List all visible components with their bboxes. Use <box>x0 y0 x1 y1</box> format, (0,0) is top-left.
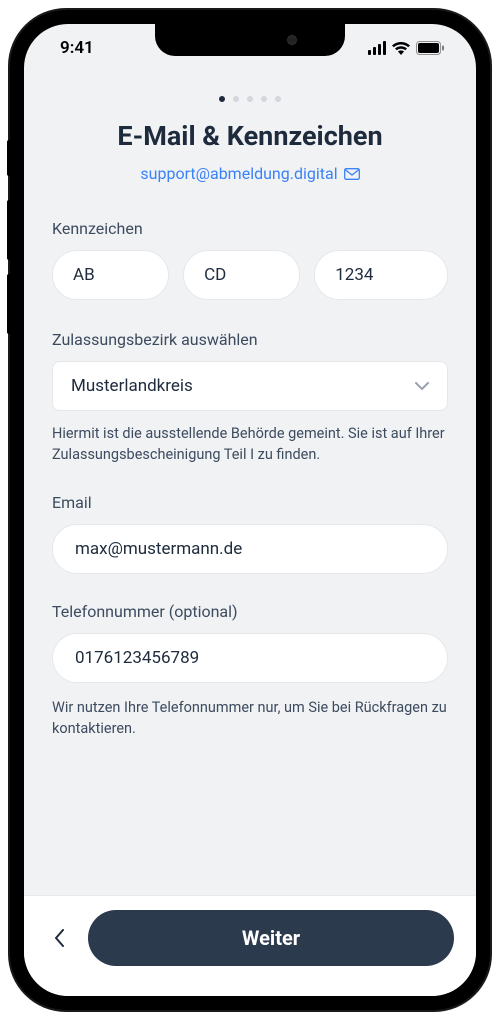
next-button[interactable]: Weiter <box>88 910 454 966</box>
wifi-icon <box>392 41 410 55</box>
page-dot <box>219 96 225 102</box>
phone-screen: 9:41 E-Mail & <box>24 24 476 996</box>
content-area: E-Mail & Kennzeichen support@abmeldung.d… <box>24 120 476 895</box>
bottom-bar: Weiter <box>24 895 476 996</box>
support-email-link[interactable]: support@abmeldung.digital <box>52 164 448 183</box>
email-input[interactable] <box>52 524 448 574</box>
page-dot <box>233 96 239 102</box>
status-right <box>368 41 444 55</box>
district-label: Zulassungsbezirk auswählen <box>52 330 448 349</box>
plate-part1-input[interactable] <box>52 250 169 300</box>
phone-frame: 9:41 E-Mail & <box>10 10 490 1010</box>
side-button <box>7 140 10 176</box>
page-dot <box>261 96 267 102</box>
phone-help: Wir nutzen Ihre Telefonnummer nur, um Si… <box>52 697 448 739</box>
page-title: E-Mail & Kennzeichen <box>52 120 448 152</box>
district-select[interactable]: Musterlandkreis <box>52 361 448 411</box>
notch <box>155 24 345 56</box>
chevron-left-icon <box>54 929 64 947</box>
chevron-down-icon <box>415 382 429 390</box>
district-help: Hiermit ist die ausstellende Behörde gem… <box>52 423 448 465</box>
camera-dot <box>287 35 297 45</box>
district-value: Musterlandkreis <box>71 376 193 396</box>
phone-label: Telefonnummer (optional) <box>52 602 448 621</box>
plate-part2-input[interactable] <box>183 250 300 300</box>
page-dot <box>275 96 281 102</box>
status-time: 9:41 <box>60 38 94 58</box>
side-button <box>7 200 10 260</box>
mail-icon <box>344 168 360 180</box>
support-email-text: support@abmeldung.digital <box>140 164 337 183</box>
signal-icon <box>368 41 386 55</box>
page-dot <box>247 96 253 102</box>
plate-part3-input[interactable] <box>314 250 448 300</box>
back-button[interactable] <box>46 918 72 958</box>
plate-inputs <box>52 250 448 300</box>
pagination-dots <box>24 72 476 120</box>
battery-icon <box>416 41 444 55</box>
plate-label: Kennzeichen <box>52 219 448 238</box>
side-button <box>7 274 10 334</box>
email-label: Email <box>52 493 448 512</box>
phone-input[interactable] <box>52 633 448 683</box>
